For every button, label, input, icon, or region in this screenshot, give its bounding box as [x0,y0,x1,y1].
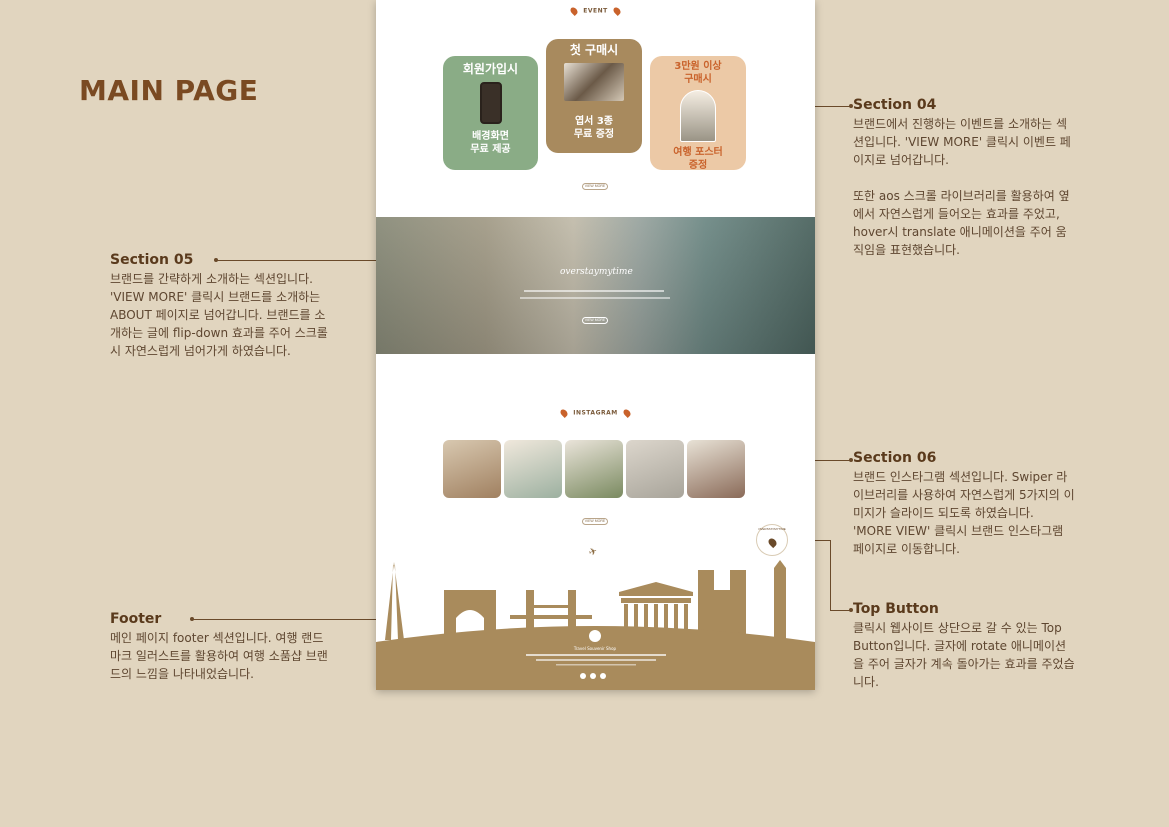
instagram-photo[interactable] [626,440,684,498]
connector-line [830,540,831,610]
connector-line [830,610,850,611]
note-body: 브랜드를 간략하게 소개하는 섹션입니다. 'VIEW MORE' 클릭시 브랜… [110,272,328,358]
note-footer: Footer 메인 페이지 footer 섹션입니다. 여행 랜드마크 일러스트… [110,611,332,683]
footer-logo [589,630,601,642]
banner-title: overstaymytime [560,267,633,277]
airplane-icon: ✈ [587,545,600,560]
card-title: 첫 구매시 [569,43,619,57]
instagram-photo[interactable] [443,440,501,498]
pin-icon [569,6,580,16]
page-title: MAIN PAGE [79,74,259,107]
card-text: 여행 포스터 증정 [673,147,723,171]
note-top-button: Top Button 클릭시 웹사이트 상단으로 갈 수 있는 Top Butt… [853,601,1075,691]
event-card-30000-won[interactable]: 3만원 이상 구매시 여행 포스터 증정 [650,56,746,171]
instagram-slider[interactable] [443,440,745,498]
connector-line [815,106,850,107]
view-more-button[interactable]: VIEW MORE [582,183,608,190]
top-button[interactable]: OVERSTAYMYTIME [756,524,788,556]
note-body: 클릭시 웹사이트 상단으로 갈 수 있는 Top Button입니다. 글자에 … [853,621,1075,689]
footer-info-line [536,659,656,661]
card-text: 엽서 3종 무료 증정 [573,116,615,140]
note-heading: Section 04 [853,97,937,113]
card-text: 배경화면 무료 제공 [470,131,511,155]
phone-image [479,82,502,124]
instagram-photo[interactable] [565,440,623,498]
event-card-first-purchase[interactable]: 첫 구매시 엽서 3종 무료 증정 [546,39,642,153]
note-heading: Top Button [853,601,939,617]
connector-dot [849,608,853,612]
poster-image [680,90,716,142]
connector-line [192,619,376,620]
note-body: 메인 페이지 footer 섹션입니다. 여행 랜드마크 일러스트를 활용하여 … [110,631,328,681]
landmark-illustration [376,560,815,690]
pin-icon [621,408,632,418]
facebook-icon [600,673,606,679]
pin-icon [559,408,570,418]
note-section-05: Section 05 브랜드를 간략하게 소개하는 섹션입니다. 'VIEW M… [110,252,332,360]
banner-text-line [524,290,664,292]
connector-line [815,540,831,541]
note-section-04: Section 04 브랜드에서 진행하는 이벤트를 소개하는 섹션입니다. '… [853,97,1075,259]
footer: Travel Souvenir Shop [376,560,815,690]
note-body: 브랜드에서 진행하는 이벤트를 소개하는 섹션입니다. 'VIEW MORE' … [853,117,1071,257]
note-body: 브랜드 인스타그램 섹션입니다. Swiper 라이브러리를 사용하여 자연스럽… [853,470,1075,556]
connector-line [216,260,376,261]
connector-dot [849,104,853,108]
pin-icon [611,6,622,16]
twitter-icon [590,673,596,679]
connector-line [815,460,850,461]
postcards-image [564,63,624,101]
note-heading: Section 06 [853,450,937,466]
top-button-text: OVERSTAYMYTIME [758,527,786,531]
view-more-button[interactable]: VIEW MORE [582,518,608,525]
connector-dot [849,458,853,462]
eiffel-tower-icon [385,562,404,640]
banner-text-line [520,297,670,299]
card-title: 회원가입시 [462,62,519,76]
website-mockup: EVENT 회원가입시 배경화면 무료 제공 첫 구매시 엽서 3종 무료 증정… [376,0,815,690]
big-ben-icon [774,560,786,640]
event-label: EVENT [376,6,815,16]
footer-nav-line [526,654,666,656]
brand-banner: overstaymytime VIEW MORE [376,217,815,354]
event-card-signup[interactable]: 회원가입시 배경화면 무료 제공 [443,56,538,170]
note-section-06: Section 06 브랜드 인스타그램 섹션입니다. Swiper 라이브러리… [853,450,1075,558]
instagram-label: INSTAGRAM [376,408,815,418]
pin-icon [766,536,778,549]
instagram-photo[interactable] [687,440,745,498]
notre-dame-icon [698,570,746,640]
view-more-button[interactable]: VIEW MORE [582,317,608,324]
footer-brand: Travel Souvenir Shop [573,646,617,651]
card-title: 3만원 이상 구매시 [674,61,722,85]
banner-overlay [376,217,815,354]
instagram-icon [580,673,586,679]
instagram-photo[interactable] [504,440,562,498]
footer-copyright-line [556,664,636,666]
